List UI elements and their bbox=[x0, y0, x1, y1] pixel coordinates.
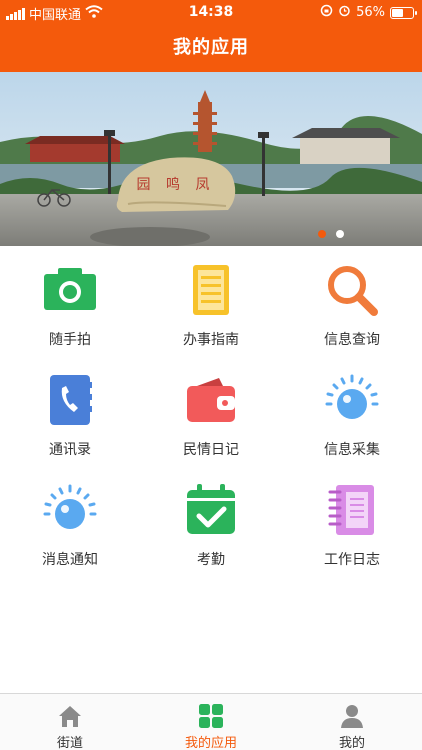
app-label: 通讯录 bbox=[49, 442, 91, 458]
app-item-notifications[interactable]: 消息通知 bbox=[0, 466, 140, 576]
magnifier-icon bbox=[328, 266, 378, 316]
tab-label: 我的应用 bbox=[184, 736, 237, 750]
app-item-info-query[interactable]: 信息查询 bbox=[282, 246, 422, 356]
app-label: 随手拍 bbox=[49, 332, 91, 348]
app-item-public-diary[interactable]: 民情日记 bbox=[141, 356, 281, 466]
app-label: 信息采集 bbox=[324, 442, 380, 458]
camera-icon bbox=[44, 268, 96, 310]
status-right: 56% bbox=[320, 4, 417, 21]
notebook-icon bbox=[193, 265, 229, 315]
app-label: 信息查询 bbox=[324, 332, 380, 348]
app-item-snapshot[interactable]: 随手拍 bbox=[0, 246, 140, 356]
wallet-icon bbox=[187, 378, 235, 422]
tab-street[interactable]: 街道 bbox=[0, 694, 140, 750]
calendar-check-icon bbox=[187, 484, 235, 534]
home-icon bbox=[59, 706, 81, 727]
app-item-attendance[interactable]: 考勤 bbox=[141, 466, 281, 576]
tab-my-apps[interactable]: 我的应用 bbox=[141, 694, 281, 750]
tab-bar: 街道 我的应用 我的 bbox=[0, 693, 422, 750]
battery-fill bbox=[392, 8, 403, 17]
rotation-lock-icon bbox=[320, 4, 333, 21]
app-label: 消息通知 bbox=[42, 552, 98, 568]
app-label: 考勤 bbox=[197, 552, 225, 568]
app-item-service-guide[interactable]: 办事指南 bbox=[141, 246, 281, 356]
address-book-icon bbox=[50, 375, 92, 425]
tab-label: 我的 bbox=[338, 736, 365, 750]
app-label: 办事指南 bbox=[183, 332, 239, 348]
carousel-indicator bbox=[318, 230, 344, 238]
app-item-work-log[interactable]: 工作日志 bbox=[282, 466, 422, 576]
stone-inscription: 园 鸣 凤 bbox=[137, 176, 216, 193]
apps-grid-icon bbox=[199, 704, 223, 728]
sun-dot-icon bbox=[43, 484, 97, 529]
spiral-notebook-icon bbox=[328, 485, 374, 535]
banner-carousel[interactable]: 园 鸣 凤 bbox=[0, 72, 422, 246]
banner-image: 园 鸣 凤 bbox=[0, 72, 422, 246]
page-title: 我的应用 bbox=[0, 26, 422, 72]
carousel-dot[interactable] bbox=[318, 230, 326, 238]
tab-mine[interactable]: 我的 bbox=[282, 694, 422, 750]
tab-label: 街道 bbox=[56, 736, 83, 750]
battery-icon bbox=[390, 6, 417, 19]
carousel-dot[interactable] bbox=[336, 230, 344, 238]
app-label: 民情日记 bbox=[183, 442, 239, 458]
alarm-icon bbox=[338, 4, 351, 21]
status-bar: 中国联通 14:38 56% bbox=[0, 0, 422, 26]
app-label: 工作日志 bbox=[324, 552, 380, 568]
person-icon bbox=[341, 705, 363, 728]
battery-percent: 56% bbox=[356, 5, 385, 20]
app-item-info-collection[interactable]: 信息采集 bbox=[282, 356, 422, 466]
sun-dot-icon bbox=[325, 374, 379, 419]
app-item-contacts[interactable]: 通讯录 bbox=[0, 356, 140, 466]
